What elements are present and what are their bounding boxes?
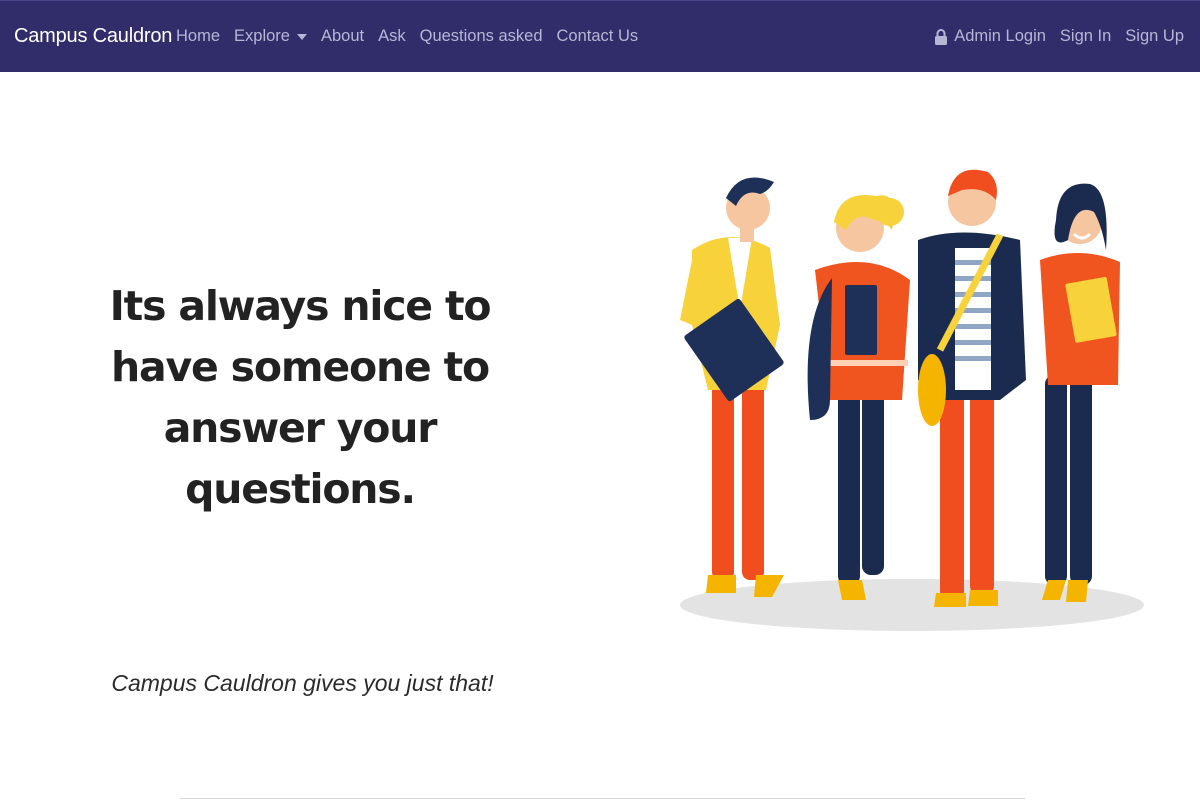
nav-home[interactable]: Home [176,27,220,46]
student-red-top-girl [1040,183,1120,602]
student-blonde-girl [807,195,910,600]
nav-auth-links: Admin Login Sign In Sign Up [920,27,1184,46]
section-divider [180,798,1025,799]
nav-contact-us[interactable]: Contact Us [557,27,639,46]
nav-ask[interactable]: Ask [378,27,406,46]
student-yellow-shirt [680,177,784,597]
nav-about[interactable]: About [321,27,364,46]
hero-heading: Its always nice to have someone to answe… [109,282,492,513]
nav-sign-in[interactable]: Sign In [1060,27,1111,46]
students-illustration [670,150,1160,640]
nav-admin-login-label: Admin Login [954,27,1046,45]
nav-admin-login[interactable]: Admin Login [934,27,1046,46]
nav-questions-asked[interactable]: Questions asked [420,27,543,46]
chevron-down-icon [296,34,307,40]
nav-explore-label: Explore [234,27,290,45]
student-navy-jacket [918,169,1026,607]
lock-icon [934,28,948,46]
nav-explore-dropdown[interactable]: Explore [234,27,307,46]
nav-sign-up[interactable]: Sign Up [1125,27,1184,46]
nav-links: Home Explore About Ask Questions asked C… [176,27,652,46]
brand-logo-link[interactable]: Campus Cauldron [14,25,172,48]
top-navbar: Campus Cauldron Home Explore About Ask Q… [0,0,1200,72]
hero-tagline: Campus Cauldron gives you just that! [111,670,494,696]
